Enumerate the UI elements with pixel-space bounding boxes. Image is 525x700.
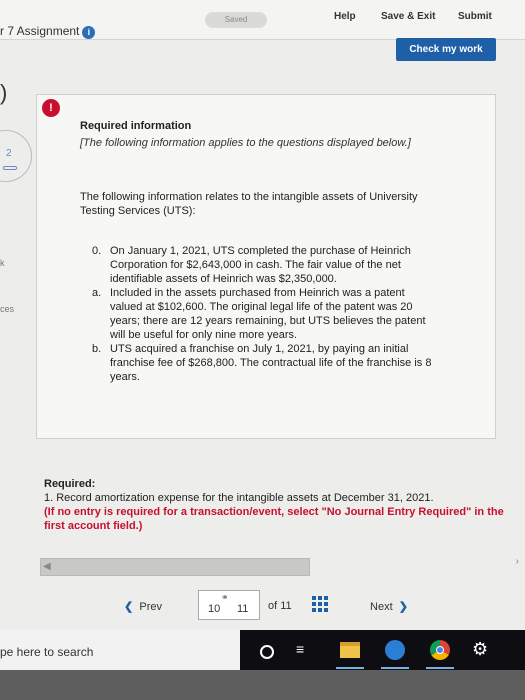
required-instruction-note: (If no entry is required for a transacti…: [44, 506, 504, 532]
list-item-marker: 0.: [92, 245, 102, 257]
save-exit-link[interactable]: Save & Exit: [381, 11, 435, 22]
chrome-center-icon: [436, 646, 444, 654]
horizontal-scrollbar[interactable]: ◀: [40, 558, 310, 576]
chrome-active-indicator: [426, 667, 454, 669]
grid-icon[interactable]: [312, 596, 328, 612]
next-button[interactable]: Next ❯: [356, 596, 422, 618]
explorer-active-indicator: [336, 667, 364, 669]
required-label: Required:: [44, 478, 96, 490]
left-edge-frag-k: k: [0, 258, 5, 268]
check-my-work-button[interactable]: Check my work: [396, 38, 496, 61]
list-item-text: UTS acquired a franchise on July 1, 2021…: [110, 343, 432, 383]
submit-link[interactable]: Submit: [458, 11, 492, 22]
question-number: 2: [6, 148, 12, 159]
saved-indicator: Saved: [205, 12, 267, 28]
list-item-text: Included in the assets purchased from He…: [110, 287, 426, 341]
question-progress-icon: [3, 166, 17, 170]
current-page[interactable]: 10: [208, 603, 220, 615]
scroll-left-icon[interactable]: ◀: [43, 561, 51, 572]
chevron-right-icon: ❯: [398, 601, 408, 613]
question-nav-circle[interactable]: [0, 130, 32, 182]
task-view-icon[interactable]: ≡: [296, 641, 318, 663]
list-item-marker: a.: [92, 287, 102, 299]
link-icon: ⚭: [221, 592, 229, 602]
left-edge-paren: ): [0, 80, 8, 105]
taskbar-search-input[interactable]: pe here to search: [0, 645, 93, 659]
left-edge-frag-ces: ces: [0, 304, 15, 314]
required-instructions: 1. Record amortization expense for the i…: [44, 491, 509, 533]
list-item: b. UTS acquired a franchise on July 1, 2…: [92, 342, 437, 384]
info-icon[interactable]: i: [82, 26, 96, 39]
info-intro: The following information relates to the…: [80, 191, 418, 217]
page-count: of 11: [268, 600, 292, 612]
page-selector[interactable]: ⚭ 10 11: [198, 590, 260, 620]
edge-active-indicator: [381, 667, 409, 669]
browser-viewport: r 7 Assignment i Saved Help Save & Exit S…: [0, 0, 525, 630]
prev-button[interactable]: ❮ Prev: [114, 596, 172, 618]
file-explorer-icon[interactable]: [340, 642, 360, 658]
chrome-browser-icon[interactable]: [430, 640, 450, 660]
chevron-left-icon: ❮: [124, 601, 134, 613]
list-item-text: On January 1, 2021, UTS completed the pu…: [110, 245, 411, 285]
required-information-heading: Required information: [80, 120, 192, 132]
next-page-number[interactable]: 11: [237, 603, 248, 615]
cortana-icon[interactable]: [260, 645, 274, 659]
help-link[interactable]: Help: [334, 11, 356, 22]
required-task: 1. Record amortization expense for the i…: [44, 492, 434, 504]
monitor-bezel: [0, 670, 525, 700]
list-item: 0. On January 1, 2021, UTS completed the…: [92, 244, 437, 286]
edge-browser-icon[interactable]: [385, 640, 405, 660]
list-item: a. Included in the assets purchased from…: [92, 286, 437, 342]
info-item-list: 0. On January 1, 2021, UTS completed the…: [92, 244, 437, 384]
scroll-right-icon[interactable]: ›: [516, 556, 519, 567]
info-note: [The following information applies to th…: [80, 137, 411, 149]
gear-icon[interactable]: ⚙: [472, 639, 494, 661]
list-item-marker: b.: [92, 343, 102, 355]
alert-icon: !: [42, 99, 60, 117]
assignment-title: r 7 Assignment i: [0, 24, 96, 39]
